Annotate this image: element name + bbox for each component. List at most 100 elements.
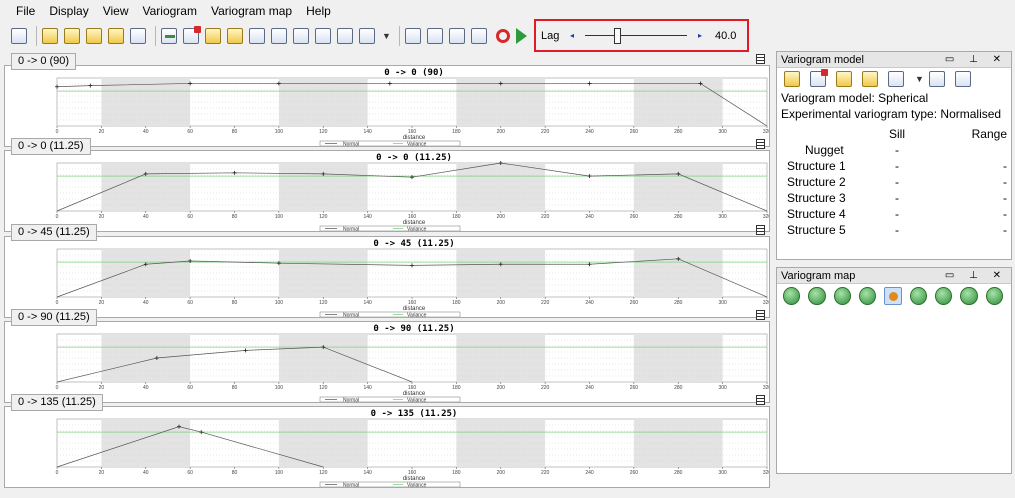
structure-range: - xyxy=(1003,191,1007,205)
lag-slider[interactable] xyxy=(581,27,691,44)
x-tick-label: 60 xyxy=(187,385,193,391)
add-variogram-icon[interactable] xyxy=(160,27,178,45)
hash-icon[interactable] xyxy=(270,27,288,45)
x-tick-label: 0 xyxy=(56,385,59,391)
chart-image-icon[interactable] xyxy=(336,27,354,45)
panel-window-buttons[interactable]: ▭ ⊥ ✕ xyxy=(945,268,1007,284)
x-tick-label: 280 xyxy=(674,129,683,135)
panel-menu-icon[interactable] xyxy=(756,310,765,320)
x-tick-label: 120 xyxy=(319,470,328,476)
menu-display[interactable]: Display xyxy=(42,0,95,22)
x-tick-label: 0 xyxy=(56,129,59,135)
map-add-icon[interactable] xyxy=(783,287,801,305)
play-icon[interactable] xyxy=(515,28,527,44)
structure-row: Nugget - xyxy=(777,142,1007,158)
panel-menu-icon[interactable] xyxy=(756,54,765,64)
x-tick-label: 180 xyxy=(452,300,461,306)
chevron-down-icon[interactable]: ▼ xyxy=(915,74,924,84)
x-tick-label: 180 xyxy=(452,385,461,391)
export-chart-icon[interactable] xyxy=(292,27,310,45)
x-tick-label: 220 xyxy=(541,470,550,476)
open-folder-icon[interactable] xyxy=(85,27,103,45)
delete-variogram-icon[interactable] xyxy=(182,26,201,45)
x-tick-label: 120 xyxy=(319,385,328,391)
edit-structure-icon[interactable] xyxy=(226,27,244,45)
x-tick-label: 40 xyxy=(143,129,149,135)
x-tick-label: 80 xyxy=(232,385,238,391)
x-tick-label: 200 xyxy=(497,470,506,476)
x-tick-label: 20 xyxy=(99,300,105,306)
new-file-icon[interactable] xyxy=(41,27,59,45)
menu-view[interactable]: View xyxy=(96,0,136,22)
map-edit-icon[interactable] xyxy=(808,287,826,305)
map-export-icon[interactable] xyxy=(985,287,1003,305)
chart-options-icon[interactable] xyxy=(358,27,376,45)
variogram-chart: 0 20 40 60 80 100 120 140 160 180 200 220 240 260 280 3… xyxy=(56,153,769,231)
panel-window-buttons[interactable]: ▭ ⊥ ✕ xyxy=(945,52,1007,68)
menu-bar: File Display View Variogram Variogram ma… xyxy=(0,0,1015,22)
x-tick-label: 20 xyxy=(99,129,105,135)
x-tick-label: 60 xyxy=(187,129,193,135)
variogram-map-header: Variogram map ▭ ⊥ ✕ xyxy=(777,268,1011,284)
structure-row: Structure 5 - - xyxy=(777,222,1007,238)
map-grid-icon[interactable] xyxy=(960,287,978,305)
x-tick-label: 80 xyxy=(232,470,238,476)
x-tick-label: 200 xyxy=(497,129,506,135)
slider-thumb[interactable] xyxy=(613,27,621,44)
map-settings-icon[interactable] xyxy=(833,287,851,305)
lag-decrease-arrow-icon[interactable]: ◂ xyxy=(567,31,577,40)
import-icon[interactable] xyxy=(63,27,81,45)
lag-increase-arrow-icon[interactable]: ▸ xyxy=(695,31,705,40)
menu-variogram-map[interactable]: Variogram map xyxy=(204,0,299,22)
variogram-plot-panel: 0 -> 0 (11.25) 0 20 40 60 80 100 120 140 160 180 20… xyxy=(4,138,770,232)
add-model-icon[interactable] xyxy=(783,70,801,88)
x-tick-label: 120 xyxy=(319,129,328,135)
model-table-icon[interactable] xyxy=(928,70,946,88)
x-tick-label: 20 xyxy=(99,385,105,391)
structure-table-icon[interactable] xyxy=(248,27,266,45)
x-tick-label: 60 xyxy=(187,214,193,220)
axis-icon[interactable] xyxy=(404,27,422,45)
variogram-plot-panel: 0 -> 0 (90) 0 20 40 60 80 100 120 140 160 180 200 22… xyxy=(4,53,770,147)
swap-icon[interactable] xyxy=(470,27,488,45)
chevron-down-icon[interactable]: ▼ xyxy=(382,31,391,41)
map-rotate-icon[interactable] xyxy=(934,287,953,305)
model-chart-icon[interactable] xyxy=(887,70,905,88)
x-tick-label: 240 xyxy=(585,214,594,220)
export-chart-2-icon[interactable] xyxy=(314,27,332,45)
map-refresh-icon[interactable] xyxy=(858,287,877,305)
layout-icon[interactable] xyxy=(448,27,466,45)
x-tick-label: 40 xyxy=(143,385,149,391)
x-tick-label: 320 xyxy=(763,214,769,220)
x-tick-label: 300 xyxy=(718,129,727,135)
structure-sill: - xyxy=(895,223,899,237)
model-structure-icon[interactable] xyxy=(861,70,879,88)
toolbar-separator xyxy=(155,26,156,46)
menu-help[interactable]: Help xyxy=(299,0,338,22)
edit-model-icon[interactable] xyxy=(835,70,853,88)
variogram-chart: 0 20 40 60 80 100 120 140 160 180 200 220 240 260 280 3… xyxy=(56,239,769,317)
toolbar-separator xyxy=(36,26,37,46)
legend-box xyxy=(319,481,461,487)
structure-row: Structure 1 - - xyxy=(777,158,1007,174)
structure-range: - xyxy=(1003,223,1007,237)
add-structure-icon[interactable] xyxy=(204,27,222,45)
variogram-model-title: Variogram model xyxy=(781,54,864,66)
x-tick-label: 40 xyxy=(143,300,149,306)
x-tick-label: 40 xyxy=(143,470,149,476)
grid-icon[interactable] xyxy=(426,27,444,45)
delete-model-icon[interactable] xyxy=(809,69,828,88)
model-export-icon[interactable] xyxy=(954,70,972,88)
open-folder-2-icon[interactable] xyxy=(107,27,125,45)
panel-menu-icon[interactable] xyxy=(756,395,765,405)
x-tick-label: 240 xyxy=(585,385,594,391)
map-move-icon[interactable] xyxy=(909,287,927,305)
panel-menu-icon[interactable] xyxy=(756,225,765,235)
save-icon[interactable] xyxy=(129,27,147,45)
chart-settings-icon[interactable] xyxy=(10,27,28,45)
menu-file[interactable]: File xyxy=(9,0,42,22)
panel-menu-icon[interactable] xyxy=(756,139,765,149)
menu-variogram[interactable]: Variogram xyxy=(136,0,204,22)
record-icon[interactable] xyxy=(495,29,510,43)
map-direction-icon[interactable] xyxy=(884,287,902,305)
